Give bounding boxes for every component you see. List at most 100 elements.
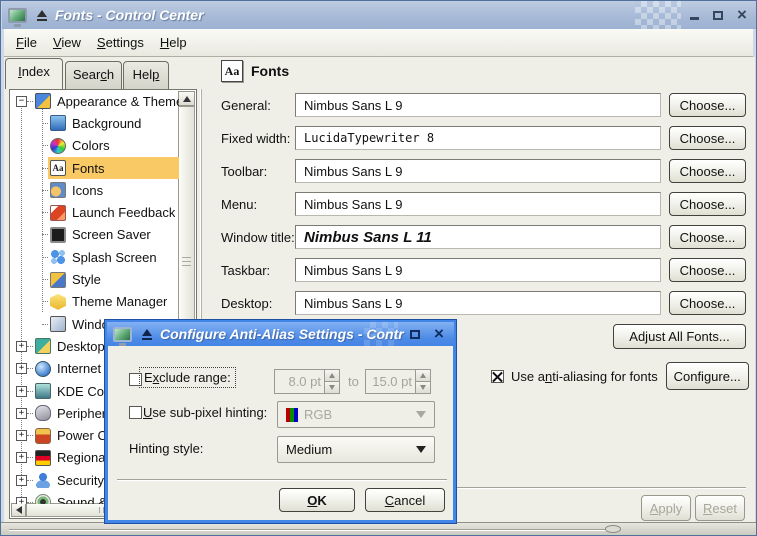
tree-item-label: Appearance & Themes	[57, 94, 179, 109]
maximize-icon[interactable]	[709, 6, 727, 24]
expander-icon[interactable]: +	[16, 341, 27, 352]
icons-icon	[50, 182, 66, 198]
choose-button[interactable]: Choose...	[669, 159, 746, 183]
subpixel-hinting-checkbox[interactable]	[129, 406, 142, 419]
app-icon	[113, 327, 132, 342]
fonts-icon: Aa	[50, 160, 66, 176]
antialias-label[interactable]: Use anti-aliasing for fonts	[511, 369, 658, 384]
fonts-module-icon: Aa	[221, 60, 243, 82]
scroll-up-icon[interactable]	[178, 91, 195, 106]
spin-up-icon[interactable]	[416, 370, 430, 382]
expander-icon[interactable]: +	[16, 430, 27, 441]
expander-icon[interactable]: +	[16, 475, 27, 486]
tree-item[interactable]: Aa Fonts	[11, 157, 179, 179]
choose-button[interactable]: Choose...	[669, 192, 746, 216]
expander-icon[interactable]: +	[16, 386, 27, 397]
font-preview-field: Nimbus Sans L 9	[295, 258, 661, 282]
control-center-window: Fonts - Control Center × File View Setti…	[0, 0, 757, 536]
tab-index[interactable]: Index	[5, 58, 63, 89]
menu-settings[interactable]: Settings	[89, 31, 152, 54]
tree-item-label: Launch Feedback	[72, 205, 175, 220]
tree-item[interactable]: Launch Feedback	[11, 201, 179, 223]
sticky-icon[interactable]	[142, 329, 152, 336]
theme-manager-icon	[50, 294, 66, 310]
apply-button[interactable]: Apply	[641, 495, 691, 521]
tree-item-label: Desktop	[57, 339, 105, 354]
close-icon[interactable]: ×	[430, 325, 448, 343]
range-to-spinbox[interactable]: 15.0 pt	[365, 369, 431, 394]
spin-down-icon[interactable]	[416, 382, 430, 393]
tree-item-label: Regional	[57, 450, 108, 465]
launch-feedback-icon	[50, 205, 66, 221]
anti-alias-dialog: Configure Anti-Alias Settings - Contr × …	[104, 319, 457, 524]
font-row-label: Menu:	[221, 197, 295, 212]
resize-handle[interactable]	[605, 525, 621, 533]
maximize-icon[interactable]	[406, 325, 424, 343]
font-preview-field: Nimbus Sans L 11	[295, 225, 661, 249]
tree-item[interactable]: Icons	[11, 179, 179, 201]
tree-item[interactable]: Colors	[11, 135, 179, 157]
titlebar[interactable]: Fonts - Control Center ×	[2, 1, 757, 29]
titlebar-pattern	[364, 322, 398, 346]
font-row-label: Desktop:	[221, 296, 295, 311]
font-row-label: Fixed width:	[221, 131, 295, 146]
ok-button[interactable]: OK	[279, 488, 355, 512]
colors-icon	[50, 138, 66, 154]
expander-icon[interactable]: +	[16, 452, 27, 463]
hinting-style-dropdown[interactable]: Medium	[277, 436, 435, 463]
tree-item[interactable]: Screen Saver	[11, 224, 179, 246]
font-row-label: Toolbar:	[221, 164, 295, 179]
choose-button[interactable]: Choose...	[669, 291, 746, 315]
tab-help[interactable]: Help	[123, 61, 169, 89]
expander-icon[interactable]: +	[16, 363, 27, 374]
subpixel-type-dropdown[interactable]: RGB	[277, 401, 435, 428]
tree-item[interactable]: Theme Manager	[11, 291, 179, 313]
scroll-left-icon[interactable]	[11, 503, 26, 517]
menubar: File View Settings Help	[4, 29, 755, 57]
tree-item-label: Style	[72, 272, 101, 287]
choose-button[interactable]: Choose...	[669, 258, 746, 282]
screen-saver-icon	[50, 227, 66, 243]
tree-item[interactable]: Background	[11, 112, 179, 134]
expander-icon[interactable]: +	[16, 497, 27, 504]
chevron-down-icon	[416, 411, 426, 418]
expander-icon[interactable]: −	[16, 96, 27, 107]
tab-search[interactable]: Search	[65, 61, 122, 89]
minimize-icon[interactable]	[685, 6, 703, 24]
configure-button[interactable]: Configure...	[666, 362, 749, 390]
adjust-all-fonts-button[interactable]: Adjust All Fonts...	[613, 324, 746, 349]
tree-item-label: Fonts	[72, 161, 105, 176]
dialog-body: Exclude range: 8.0 pt to 15.0 pt Use sub…	[108, 346, 453, 520]
panel-header: Aa Fonts	[221, 60, 289, 82]
menu-help[interactable]: Help	[152, 31, 195, 54]
menu-view[interactable]: View	[45, 31, 89, 54]
tree-item[interactable]: − Appearance & Themes	[11, 90, 179, 112]
choose-button[interactable]: Choose...	[669, 126, 746, 150]
reset-button[interactable]: Reset	[695, 495, 745, 521]
exclude-range-label[interactable]: Exclude range:	[139, 367, 236, 388]
expander-icon[interactable]: +	[16, 408, 27, 419]
cancel-button[interactable]: Cancel	[365, 488, 445, 512]
power-control-icon	[35, 428, 51, 444]
font-preview-field: Nimbus Sans L 9	[295, 291, 661, 315]
choose-button[interactable]: Choose...	[669, 93, 746, 117]
dialog-titlebar[interactable]: Configure Anti-Alias Settings - Contr ×	[107, 322, 454, 346]
spin-up-icon[interactable]	[325, 370, 339, 382]
font-setting-row: Desktop: Nimbus Sans L 9 Choose...	[221, 291, 746, 315]
subpixel-hinting-label[interactable]: Use sub-pixel hinting:	[143, 405, 267, 420]
security-icon	[35, 472, 51, 488]
choose-button[interactable]: Choose...	[669, 225, 746, 249]
peripherals-icon	[35, 405, 51, 421]
spin-down-icon[interactable]	[325, 382, 339, 393]
antialias-checkbox[interactable]	[491, 370, 504, 383]
font-setting-row: Menu: Nimbus Sans L 9 Choose...	[221, 192, 746, 216]
sticky-icon[interactable]	[37, 10, 47, 17]
titlebar-pattern	[635, 1, 681, 29]
tree-item[interactable]: Style	[11, 268, 179, 290]
range-from-spinbox[interactable]: 8.0 pt	[274, 369, 340, 394]
font-preview-field: Nimbus Sans L 9	[295, 192, 661, 216]
tree-item-label: Colors	[72, 138, 110, 153]
menu-file[interactable]: File	[8, 31, 45, 54]
close-icon[interactable]: ×	[733, 6, 751, 24]
tree-item[interactable]: Splash Screen	[11, 246, 179, 268]
